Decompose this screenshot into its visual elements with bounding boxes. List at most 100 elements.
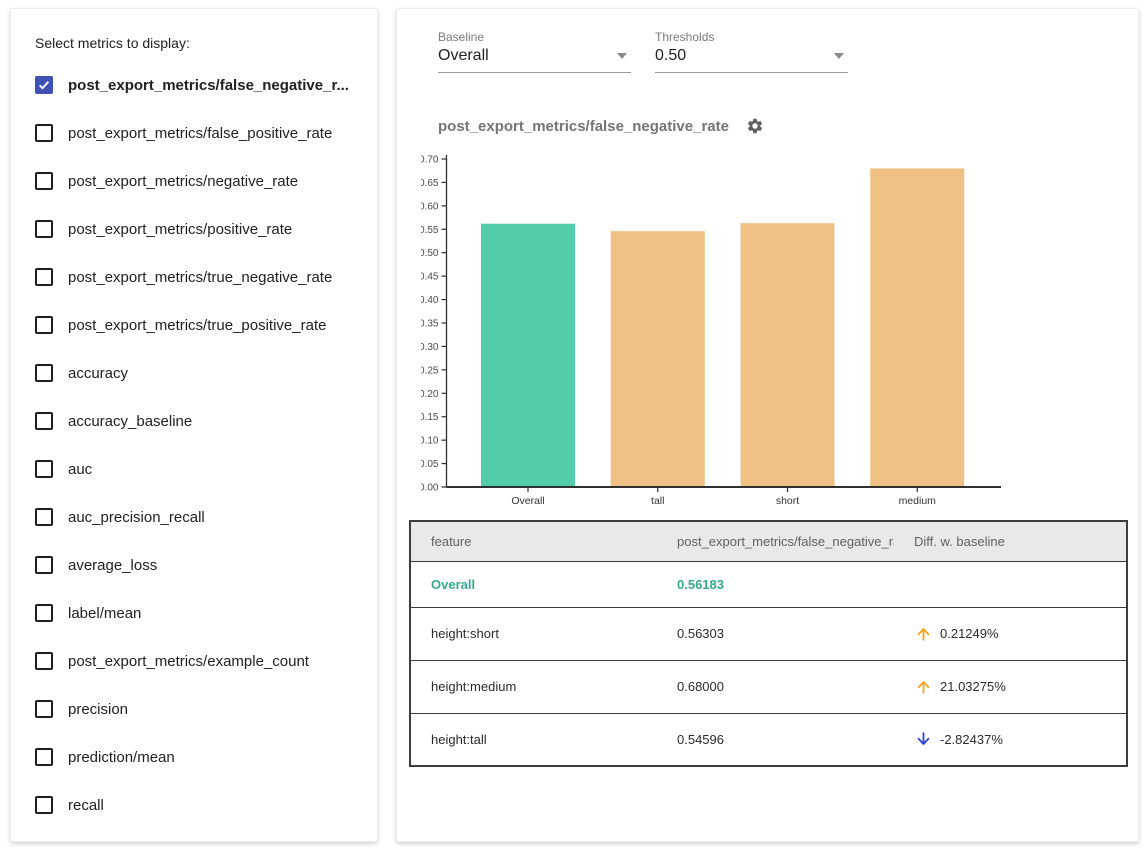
metric-label: post_export_metrics/positive_rate — [68, 221, 292, 238]
metric-checkbox-row[interactable]: post_export_metrics/positive_rate — [35, 205, 359, 253]
x-tick-label: tall — [651, 495, 664, 507]
svg-text:0.65: 0.65 — [421, 178, 439, 189]
checkbox-unchecked[interactable] — [35, 604, 53, 622]
up-arrow-icon — [914, 624, 933, 643]
checkbox-unchecked[interactable] — [35, 220, 53, 238]
metric-checkbox-row[interactable]: precision — [35, 685, 359, 733]
checkbox-unchecked[interactable] — [35, 364, 53, 382]
thresholds-value-row[interactable]: 0.50 — [655, 47, 848, 73]
baseline-select[interactable]: Baseline Overall — [438, 30, 631, 73]
checkbox-unchecked[interactable] — [35, 700, 53, 718]
chart-title: post_export_metrics/false_negative_rate — [438, 118, 729, 135]
svg-text:0.05: 0.05 — [421, 459, 439, 470]
checkbox-unchecked[interactable] — [35, 508, 53, 526]
metric-checkbox-row[interactable]: recall — [35, 781, 359, 829]
thresholds-value: 0.50 — [655, 47, 686, 65]
bar-short[interactable] — [741, 223, 835, 487]
metrics-table: feature post_export_metrics/false_negati… — [409, 520, 1128, 767]
metric-label: post_export_metrics/example_count — [68, 653, 309, 670]
feature-cell: Overall — [410, 561, 657, 607]
table-header-diff: Diff. w. baseline — [894, 521, 1127, 561]
table-header-feature: feature — [410, 521, 657, 561]
chart-header: post_export_metrics/false_negative_rate — [438, 117, 764, 135]
metric-checkbox-row[interactable]: accuracy — [35, 349, 359, 397]
svg-text:0.15: 0.15 — [421, 412, 439, 423]
svg-text:0.70: 0.70 — [421, 155, 439, 166]
checkmark-icon — [37, 78, 51, 92]
metric-label: accuracy_baseline — [68, 413, 192, 430]
svg-text:0.60: 0.60 — [421, 201, 439, 212]
metric-label: average_loss — [68, 557, 157, 574]
thresholds-label: Thresholds — [655, 30, 848, 44]
checkbox-unchecked[interactable] — [35, 748, 53, 766]
checkbox-unchecked[interactable] — [35, 796, 53, 814]
metric-label: post_export_metrics/true_negative_rate — [68, 269, 332, 286]
diff-value: -2.82437% — [940, 732, 1003, 747]
metric-checkbox-row[interactable]: label/mean — [35, 589, 359, 637]
metric-selection-title: Select metrics to display: — [35, 35, 359, 51]
bar-medium[interactable] — [870, 168, 964, 487]
metric-checkbox-row[interactable]: post_export_metrics/true_positive_rate — [35, 301, 359, 349]
checkbox-unchecked[interactable] — [35, 316, 53, 334]
table-header-metric: post_export_metrics/false_negative_rat..… — [657, 521, 894, 561]
metric-checkbox-row[interactable]: prediction/mean — [35, 733, 359, 781]
diff-indicator: 0.21249% — [914, 624, 1118, 643]
metric-checkbox-row[interactable]: accuracy_baseline — [35, 397, 359, 445]
metric-label: accuracy — [68, 365, 128, 382]
checkbox-unchecked[interactable] — [35, 268, 53, 286]
table-row: height:short0.563030.21249% — [410, 607, 1127, 660]
baseline-value-row[interactable]: Overall — [438, 47, 631, 73]
svg-text:0.25: 0.25 — [421, 365, 439, 376]
metric-checkbox-row[interactable]: post_export_metrics/false_negative_r... — [35, 61, 359, 109]
metric-checkbox-row[interactable]: auc_precision_recall — [35, 493, 359, 541]
metric-selection-panel: Select metrics to display: post_export_m… — [10, 8, 378, 842]
metric-label: post_export_metrics/true_positive_rate — [68, 317, 326, 334]
svg-text:0.35: 0.35 — [421, 319, 439, 330]
bar-tall[interactable] — [611, 231, 705, 487]
bar-overall[interactable] — [481, 224, 575, 487]
value-cell: 0.54596 — [657, 713, 894, 766]
feature-cell: height:medium — [410, 660, 657, 713]
controls-row: Baseline Overall Thresholds 0.50 — [438, 30, 848, 73]
checkbox-unchecked[interactable] — [35, 412, 53, 430]
checkbox-unchecked[interactable] — [35, 124, 53, 142]
feature-cell: height:tall — [410, 713, 657, 766]
down-arrow-icon — [914, 730, 933, 749]
svg-text:0.30: 0.30 — [421, 342, 439, 353]
metrics-list: post_export_metrics/false_negative_r...p… — [35, 61, 359, 829]
bar-chart: 0.000.050.100.150.200.250.300.350.400.45… — [421, 149, 1021, 517]
table-row: height:medium0.6800021.03275% — [410, 660, 1127, 713]
up-arrow-icon — [914, 677, 933, 696]
diff-value: 0.21249% — [940, 626, 999, 641]
diff-indicator: 21.03275% — [914, 677, 1118, 696]
metric-checkbox-row[interactable]: post_export_metrics/true_negative_rate — [35, 253, 359, 301]
gear-icon[interactable] — [746, 117, 764, 135]
x-tick-label: Overall — [511, 495, 544, 507]
fairness-indicators-page: Select metrics to display: post_export_m… — [0, 0, 1147, 856]
metric-label: post_export_metrics/negative_rate — [68, 173, 298, 190]
checkbox-unchecked[interactable] — [35, 172, 53, 190]
table-row: Overall0.56183 — [410, 561, 1127, 607]
metric-label: auc — [68, 461, 92, 478]
metric-label: prediction/mean — [68, 749, 175, 766]
thresholds-select[interactable]: Thresholds 0.50 — [655, 30, 848, 73]
table-header-row: feature post_export_metrics/false_negati… — [410, 521, 1127, 561]
metric-checkbox-row[interactable]: post_export_metrics/false_positive_rate — [35, 109, 359, 157]
checkbox-unchecked[interactable] — [35, 460, 53, 478]
metric-checkbox-row[interactable]: post_export_metrics/example_count — [35, 637, 359, 685]
metric-checkbox-row[interactable]: average_loss — [35, 541, 359, 589]
metric-label: precision — [68, 701, 128, 718]
metric-checkbox-row[interactable]: post_export_metrics/negative_rate — [35, 157, 359, 205]
checkbox-unchecked[interactable] — [35, 556, 53, 574]
metric-checkbox-row[interactable]: auc — [35, 445, 359, 493]
svg-text:0.55: 0.55 — [421, 225, 439, 236]
diff-cell — [894, 561, 1127, 607]
checkbox-checked[interactable] — [35, 76, 53, 94]
results-panel: Baseline Overall Thresholds 0.50 post_ex… — [396, 8, 1139, 842]
metric-label: auc_precision_recall — [68, 509, 205, 526]
metric-label: label/mean — [68, 605, 141, 622]
baseline-value: Overall — [438, 47, 489, 65]
checkbox-unchecked[interactable] — [35, 652, 53, 670]
metric-label: recall — [68, 797, 104, 814]
svg-text:0.50: 0.50 — [421, 248, 439, 259]
